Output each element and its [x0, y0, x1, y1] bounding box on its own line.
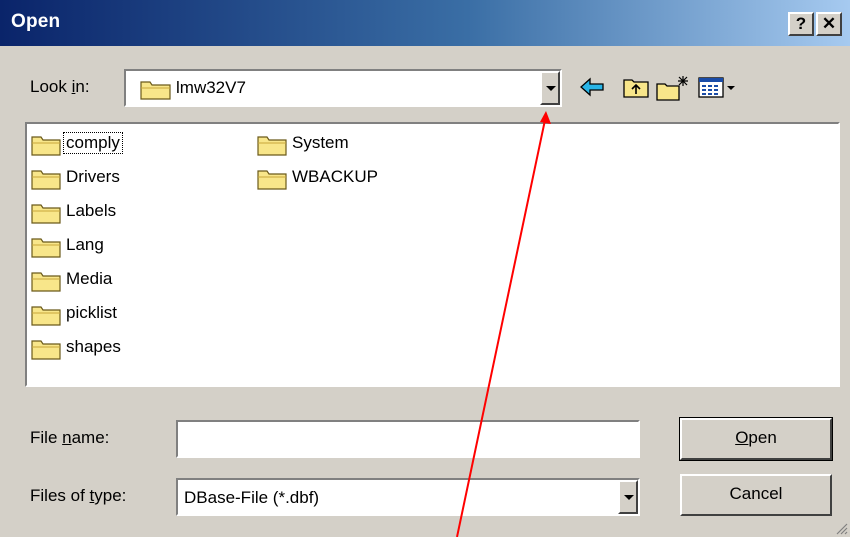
- close-icon: ✕: [821, 14, 837, 33]
- cancel-button[interactable]: Cancel: [680, 474, 832, 516]
- folder-icon: [31, 202, 61, 229]
- chevron-down-icon: [546, 86, 556, 91]
- look-in-value: lmw32V7: [176, 78, 246, 97]
- folder-item-label: System: [292, 133, 349, 152]
- look-in-dropdown-button[interactable]: [540, 71, 560, 105]
- folder-icon: [31, 168, 61, 195]
- up-folder-icon: [623, 79, 649, 98]
- file-name-label: File name:: [30, 428, 110, 447]
- folder-item-label: Drivers: [66, 167, 120, 186]
- file-list[interactable]: comply Drivers Labels Lang Media picklist shap…: [25, 122, 840, 387]
- look-in-dropdown[interactable]: lmw32V7: [124, 69, 562, 107]
- back-arrow-icon: [580, 77, 604, 97]
- new-folder-icon: [656, 76, 688, 101]
- look-in-label: Look in:: [30, 77, 90, 96]
- up-one-level-button[interactable]: [622, 75, 650, 104]
- file-type-dropdown-button[interactable]: [618, 480, 638, 514]
- folder-item-label: Labels: [66, 201, 117, 220]
- file-type-label: Files of type:: [30, 486, 127, 505]
- folder-item-label: picklist: [66, 303, 118, 322]
- file-type-dropdown[interactable]: DBase-File (*.dbf): [176, 478, 640, 516]
- close-button[interactable]: ✕: [816, 12, 842, 36]
- folder-item-label: WBACKUP: [292, 167, 378, 186]
- folder-icon: [31, 338, 61, 365]
- folder-item-label: Lang: [66, 235, 104, 254]
- window-title: Open: [11, 11, 61, 32]
- file-type-value: DBase-File (*.dbf): [184, 488, 320, 507]
- folder-icon: [31, 236, 61, 263]
- folder-item-label: shapes: [66, 337, 121, 356]
- folder-icon: [257, 168, 287, 195]
- view-menu-icon: [698, 77, 735, 98]
- folder-item-label: Media: [66, 269, 113, 288]
- open-dialog: Open ? ✕ Look in: lmw32V7 comply Drivers L…: [0, 0, 850, 537]
- resize-grip-icon[interactable]: [834, 521, 848, 535]
- folder-icon: [31, 134, 61, 161]
- folder-item-label: comply: [63, 132, 123, 154]
- title-bar[interactable]: Open ? ✕: [0, 0, 850, 46]
- folder-icon: [140, 78, 172, 105]
- new-folder-button[interactable]: [655, 75, 691, 106]
- folder-icon: [257, 134, 287, 161]
- views-menu-button[interactable]: [697, 75, 739, 104]
- open-button[interactable]: Open: [679, 417, 833, 461]
- help-button[interactable]: ?: [788, 12, 814, 36]
- back-button[interactable]: [578, 75, 606, 104]
- file-name-input[interactable]: [176, 420, 640, 458]
- folder-icon: [31, 304, 61, 331]
- chevron-down-icon: [624, 495, 634, 500]
- folder-icon: [31, 270, 61, 297]
- help-icon: ?: [795, 14, 807, 33]
